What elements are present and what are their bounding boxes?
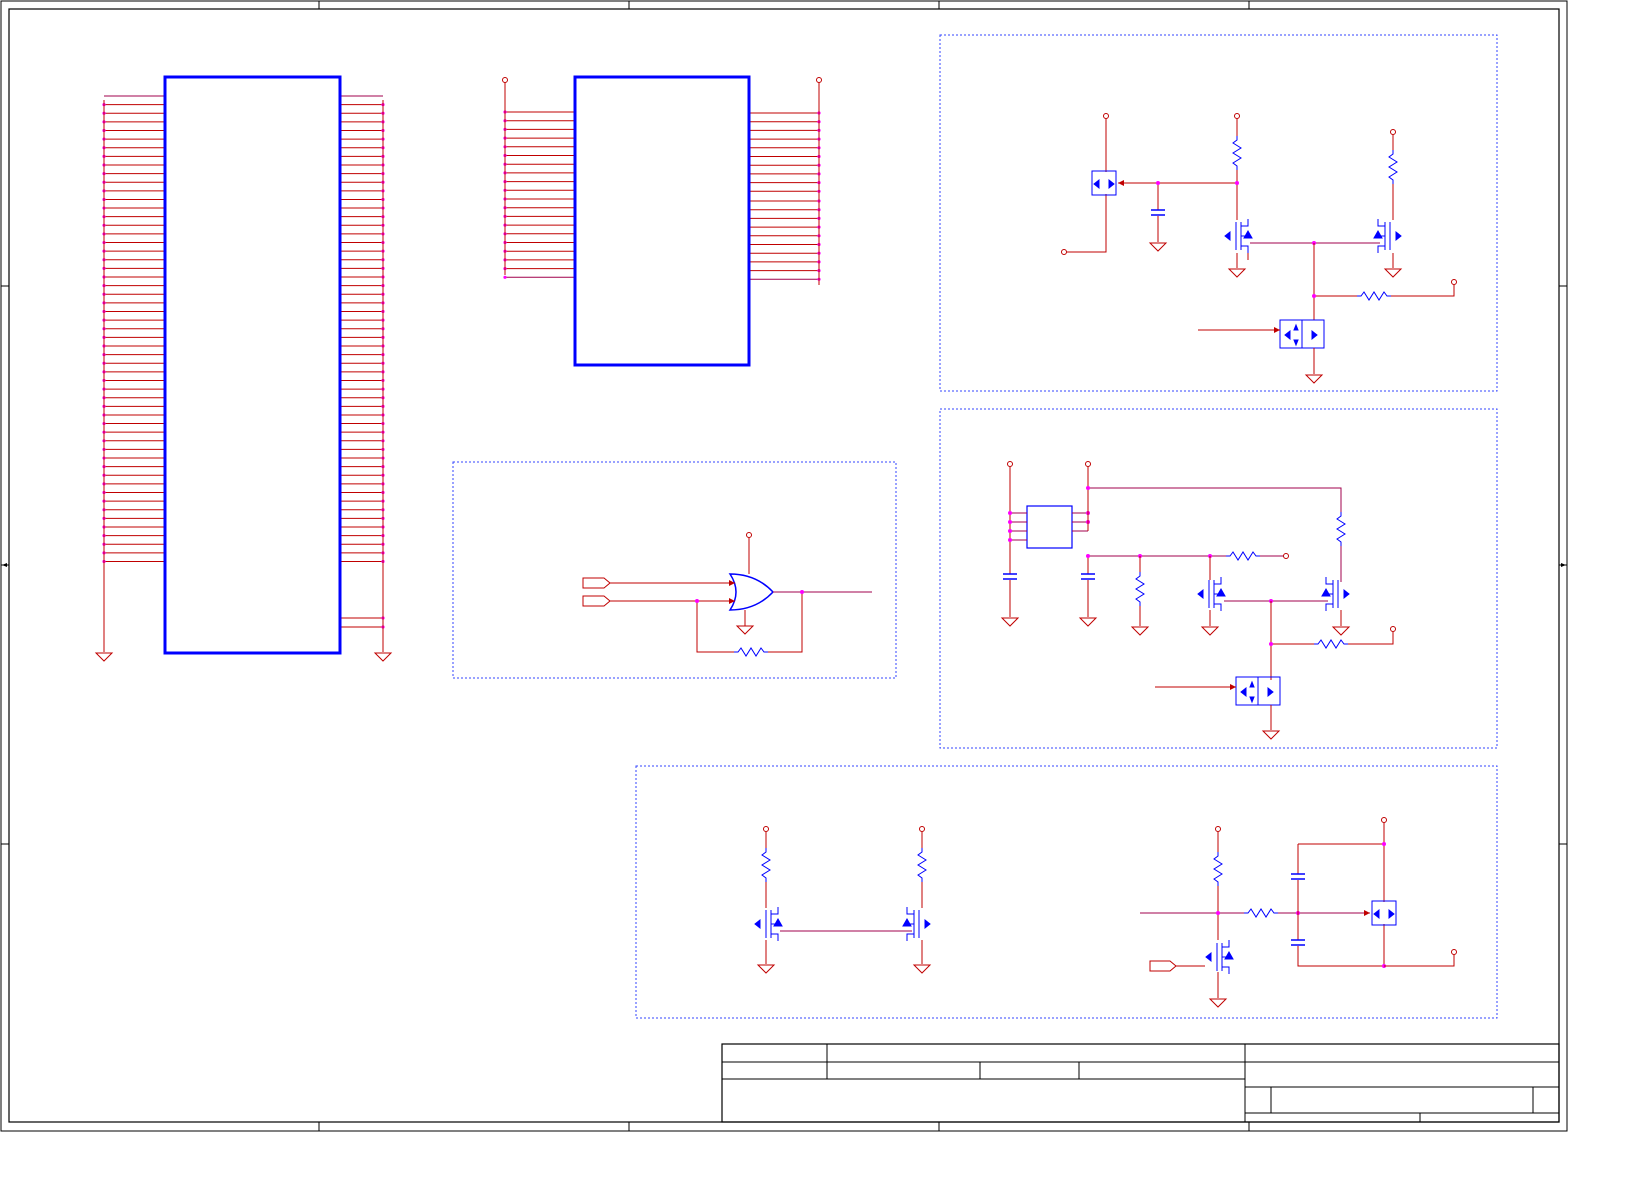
power-switch-block-mid [939,408,1498,749]
or-gate-block [452,461,897,679]
sheet-frame [0,0,1568,1132]
schematic-sheet [0,0,1568,1132]
connector-mid [502,75,822,367]
pin-junction [503,275,507,279]
title-block [721,1043,1560,1123]
connector-left [95,75,392,662]
level-shift-block-bottom [635,765,1498,1019]
power-switch-block-top [939,34,1498,392]
connector-left-pins [102,95,385,629]
connector-mid-pins [503,110,821,281]
